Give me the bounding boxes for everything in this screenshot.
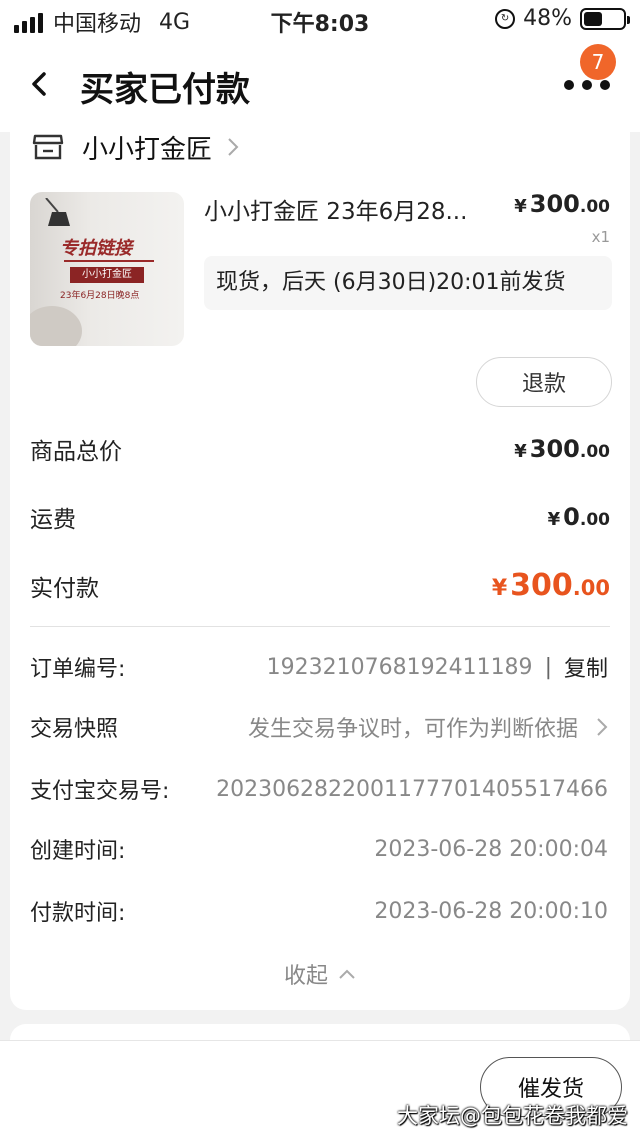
collapse-label: 收起 bbox=[283, 964, 328, 989]
thumb-date: 23年6月28日晚8点 bbox=[60, 291, 140, 301]
separator: | bbox=[544, 654, 552, 680]
message-badge[interactable]: 7 bbox=[580, 44, 616, 80]
page-title: 买家已付款 bbox=[80, 70, 250, 110]
battery-fill bbox=[584, 11, 603, 26]
shop-row[interactable]: 小小打金匠 bbox=[32, 132, 240, 165]
thumb-shop-label: 小小打金匠 bbox=[70, 267, 144, 283]
paid-amount-row: 实付款 ¥300.00 bbox=[30, 568, 610, 603]
more-menu-icon[interactable] bbox=[564, 80, 610, 90]
product-title[interactable]: 小小打金匠 23年6月28... bbox=[204, 192, 504, 226]
alipay-number-label: 支付宝交易号: bbox=[30, 779, 170, 804]
chevron-right-icon bbox=[597, 718, 608, 736]
divider bbox=[30, 626, 610, 627]
paid-time-label: 付款时间: bbox=[30, 901, 126, 926]
product-quantity: x1 bbox=[591, 228, 610, 246]
currency-symbol: ¥ bbox=[514, 196, 527, 217]
shipping-decimal: .00 bbox=[579, 510, 610, 530]
battery-percent: 48% bbox=[523, 6, 572, 31]
copy-button[interactable]: 复制 bbox=[564, 651, 608, 683]
snapshot-value: 发生交易争议时，可作为判断依据 bbox=[248, 711, 608, 743]
shipping-fee-value: ¥0.00 bbox=[548, 503, 610, 531]
thumb-shadow bbox=[30, 306, 82, 346]
thumb-divider bbox=[64, 260, 154, 262]
price-integer: 300 bbox=[529, 190, 580, 218]
snapshot-text: 发生交易争议时，可作为判断依据 bbox=[247, 717, 578, 742]
product-thumbnail[interactable]: 专拍链接 小小打金匠 23年6月28日晚8点 bbox=[30, 192, 184, 346]
paid-decimal: .00 bbox=[572, 576, 610, 600]
paid-amount-label: 实付款 bbox=[30, 575, 99, 602]
order-number-row: 订单编号: 1923210768192411189 | 复制 bbox=[30, 650, 608, 684]
lamp-icon bbox=[45, 198, 70, 226]
alipay-number-row: 支付宝交易号: 2023062822001177701405517466 bbox=[30, 772, 608, 806]
created-time-row: 创建时间: 2023-06-28 20:00:04 bbox=[30, 832, 608, 866]
shipping-note: 现货，后天 (6月30日)20:01前发货 bbox=[204, 256, 612, 310]
shipping-integer: 0 bbox=[563, 503, 580, 531]
created-time-label: 创建时间: bbox=[30, 839, 126, 864]
goods-total-integer: 300 bbox=[529, 435, 580, 463]
chevron-up-icon bbox=[339, 969, 355, 979]
thumb-title: 专拍链接 bbox=[60, 238, 132, 259]
shop-name: 小小打金匠 bbox=[82, 134, 213, 165]
paid-amount-value: ¥300.00 bbox=[492, 568, 610, 603]
order-card: 小小打金匠 专拍链接 小小打金匠 23年6月28日晚8点 小小打金匠 23年6月… bbox=[10, 132, 630, 1010]
back-arrow-icon[interactable] bbox=[20, 64, 60, 104]
snapshot-row[interactable]: 交易快照 发生交易争议时，可作为判断依据 bbox=[30, 710, 608, 744]
currency-symbol: ¥ bbox=[514, 441, 527, 462]
watermark: 大家坛@包包花卷我都爱 bbox=[397, 1104, 628, 1128]
paid-integer: 300 bbox=[510, 568, 573, 603]
bottom-action-bar: 催发货 大家坛@包包花卷我都爱 bbox=[0, 1040, 640, 1136]
status-bar: 中国移动 4G 下午8:03 ↻ 48% bbox=[0, 0, 640, 40]
paid-time-row: 付款时间: 2023-06-28 20:00:10 bbox=[30, 894, 608, 928]
goods-total-row: 商品总价 ¥300.00 bbox=[30, 432, 610, 466]
goods-total-decimal: .00 bbox=[579, 442, 610, 462]
product-price: ¥300.00 bbox=[514, 190, 610, 218]
currency-symbol: ¥ bbox=[491, 576, 508, 601]
shop-icon bbox=[32, 134, 64, 160]
goods-total-label: 商品总价 bbox=[30, 439, 122, 465]
rotation-lock-icon: ↻ bbox=[495, 8, 516, 29]
paid-time-value: 2023-06-28 20:00:10 bbox=[374, 898, 608, 924]
order-number-label: 订单编号: bbox=[30, 657, 126, 682]
currency-symbol: ¥ bbox=[547, 509, 561, 530]
shipping-fee-label: 运费 bbox=[30, 507, 76, 533]
refund-button[interactable]: 退款 bbox=[476, 357, 612, 407]
shipping-fee-row: 运费 ¥0.00 bbox=[30, 500, 610, 534]
snapshot-label: 交易快照 bbox=[30, 717, 119, 742]
created-time-value: 2023-06-28 20:00:04 bbox=[374, 836, 608, 862]
order-number-value: 1923210768192411189 | 复制 bbox=[267, 651, 608, 683]
alipay-number-value: 2023062822001177701405517466 bbox=[216, 776, 608, 802]
chevron-right-icon bbox=[228, 138, 239, 156]
goods-total-value: ¥300.00 bbox=[514, 435, 610, 463]
nav-bar: 买家已付款 7 bbox=[0, 40, 640, 132]
battery-icon bbox=[580, 7, 630, 30]
order-number: 1923210768192411189 bbox=[266, 654, 533, 680]
status-right: ↻ 48% bbox=[495, 6, 630, 31]
price-decimal: .00 bbox=[579, 197, 610, 217]
collapse-toggle[interactable]: 收起 bbox=[10, 958, 630, 990]
